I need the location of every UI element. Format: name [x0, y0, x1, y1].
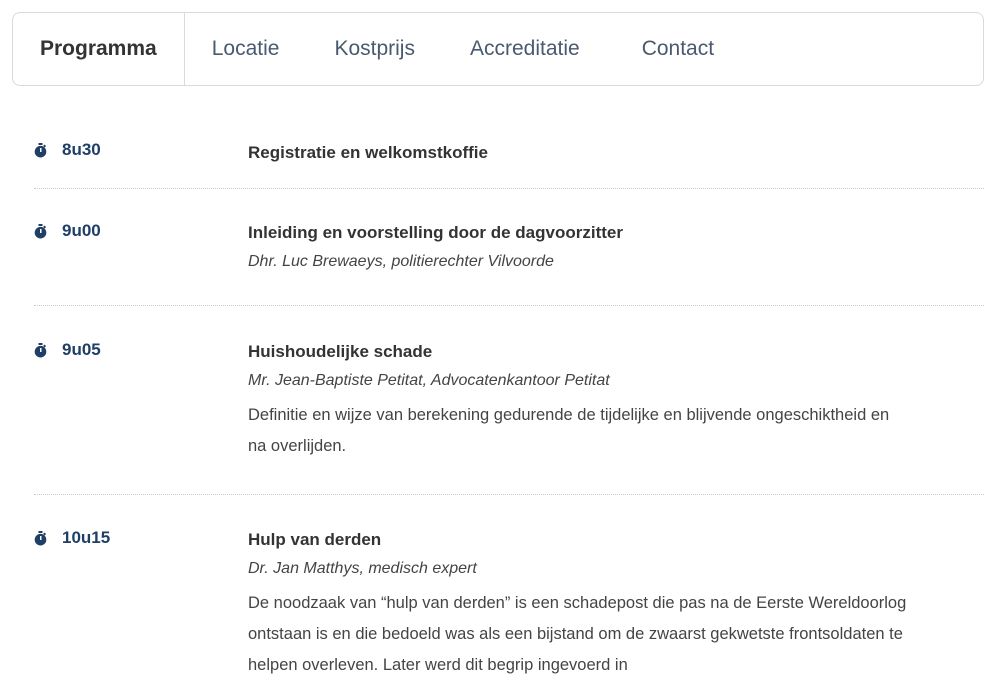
item-content: Inleiding en voorstelling door de dagvoo… [248, 189, 984, 279]
time-label: 10u15 [34, 528, 110, 548]
time-text: 9u05 [62, 340, 101, 359]
schedule-item: 8u30 Registratie en welkomstkoffie [34, 126, 984, 189]
schedule-item: 9u05 Huishoudelijke schade Mr. Jean-Bapt… [34, 306, 984, 495]
item-description: Definitie en wijze van berekening gedure… [248, 406, 890, 455]
item-title: Hulp van derden [248, 530, 382, 549]
tab-locatie[interactable]: Locatie [212, 13, 280, 85]
tab-contact[interactable]: Contact [642, 13, 714, 85]
item-title: Inleiding en voorstelling door de dagvoo… [248, 223, 623, 242]
item-content: Registratie en welkomstkoffie [248, 126, 984, 165]
time-label: 9u05 [34, 340, 101, 360]
tab-bar: Programma Locatie Kostprijs Accreditatie… [12, 12, 984, 86]
schedule-item: 10u15 Hulp van derden Dr. Jan Matthys, m… [34, 495, 984, 695]
stopwatch-icon [34, 530, 47, 545]
schedule-item: 9u00 Inleiding en voorstelling door de d… [34, 189, 984, 306]
time-label: 8u30 [34, 140, 101, 160]
tab-kostprijs[interactable]: Kostprijs [334, 13, 415, 85]
item-speaker: Mr. Jean-Baptiste Petitat, Advocatenkant… [248, 372, 610, 389]
time-text: 9u00 [62, 221, 101, 240]
item-title: Registratie en welkomstkoffie [248, 143, 488, 162]
time-text: 8u30 [62, 140, 101, 159]
time-text: 10u15 [62, 528, 111, 547]
item-title: Huishoudelijke schade [248, 342, 433, 361]
program-schedule: 8u30 Registratie en welkomstkoffie 9u00 … [34, 126, 984, 695]
stopwatch-icon [34, 142, 47, 157]
stopwatch-icon [34, 223, 47, 238]
time-label: 9u00 [34, 221, 101, 241]
item-speaker: Dhr. Luc Brewaeys, politierechter Vilvoo… [248, 253, 554, 270]
item-speaker: Dr. Jan Matthys, medisch expert [248, 560, 477, 577]
tab-accreditatie[interactable]: Accreditatie [470, 13, 580, 85]
item-description: De noodzaak van “hulp van derden” is een… [248, 594, 907, 674]
tab-programma[interactable]: Programma [13, 13, 185, 85]
item-content: Hulp van derden Dr. Jan Matthys, medisch… [248, 495, 948, 681]
item-content: Huishoudelijke schade Mr. Jean-Baptiste … [248, 306, 898, 462]
stopwatch-icon [34, 342, 47, 357]
